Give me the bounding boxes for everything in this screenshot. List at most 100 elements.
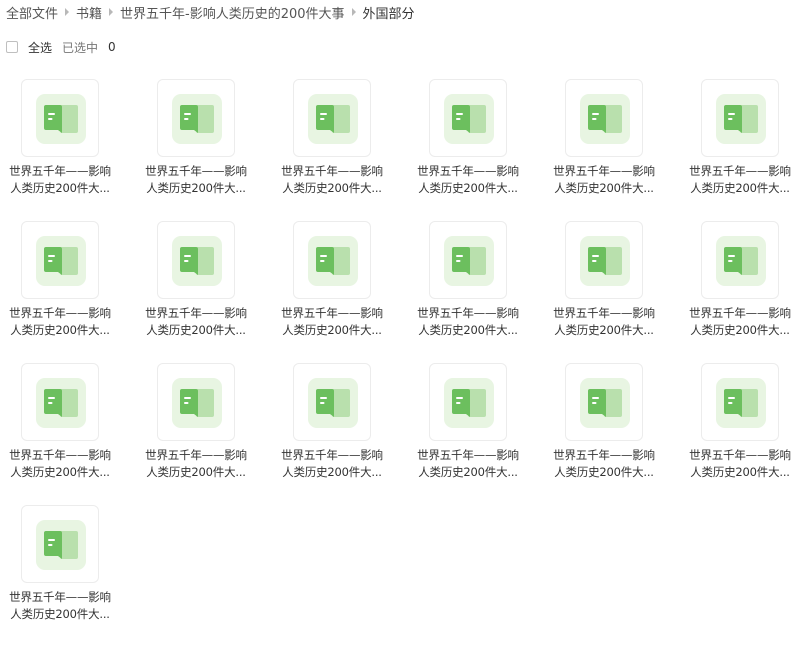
selection-bar: 全选 已选中 0	[6, 39, 116, 55]
file-tile[interactable]: 世界五千年——影响 人类历史200件大...	[140, 363, 276, 505]
book-icon	[588, 105, 622, 133]
file-name[interactable]: 世界五千年——影响 人类历史200件大...	[276, 305, 388, 339]
file-thumbnail[interactable]	[429, 79, 507, 157]
file-tile[interactable]: 世界五千年——影响 人类历史200件大...	[276, 79, 412, 221]
file-name[interactable]: 世界五千年——影响 人类历史200件大...	[684, 447, 796, 481]
file-icon-background	[172, 378, 222, 428]
file-thumbnail[interactable]	[429, 363, 507, 441]
file-tile[interactable]: 世界五千年——影响 人类历史200件大...	[4, 505, 140, 647]
file-name[interactable]: 世界五千年——影响 人类历史200件大...	[548, 163, 660, 197]
select-all-label[interactable]: 全选	[28, 39, 52, 56]
book-icon	[44, 389, 78, 417]
file-thumbnail[interactable]	[157, 221, 235, 299]
file-tile[interactable]: 世界五千年——影响 人类历史200件大...	[548, 221, 684, 363]
file-name-line-1: 世界五千年——影响	[145, 306, 247, 320]
select-all-checkbox[interactable]	[6, 41, 18, 53]
file-name-line-2: 人类历史200件大...	[282, 465, 382, 479]
file-name-line-1: 世界五千年——影响	[417, 306, 519, 320]
file-thumbnail[interactable]	[157, 79, 235, 157]
file-name[interactable]: 世界五千年——影响 人类历史200件大...	[140, 163, 252, 197]
file-tile[interactable]: 世界五千年——影响 人类历史200件大...	[4, 363, 140, 505]
file-tile[interactable]: 世界五千年——影响 人类历史200件大...	[412, 363, 548, 505]
file-tile[interactable]: 世界五千年——影响 人类历史200件大...	[548, 79, 684, 221]
file-name-line-1: 世界五千年——影响	[553, 448, 655, 462]
file-tile[interactable]: 世界五千年——影响 人类历史200件大...	[4, 221, 140, 363]
file-name[interactable]: 世界五千年——影响 人类历史200件大...	[4, 163, 116, 197]
file-name[interactable]: 世界五千年——影响 人类历史200件大...	[548, 447, 660, 481]
file-name[interactable]: 世界五千年——影响 人类历史200件大...	[140, 305, 252, 339]
file-name[interactable]: 世界五千年——影响 人类历史200件大...	[684, 305, 796, 339]
file-thumbnail[interactable]	[701, 363, 779, 441]
file-name[interactable]: 世界五千年——影响 人类历史200件大...	[548, 305, 660, 339]
file-thumbnail[interactable]	[157, 363, 235, 441]
file-icon-background	[580, 378, 630, 428]
file-tile[interactable]: 世界五千年——影响 人类历史200件大...	[684, 221, 801, 363]
file-name-line-2: 人类历史200件大...	[10, 607, 110, 621]
file-tile[interactable]: 世界五千年——影响 人类历史200件大...	[684, 363, 801, 505]
book-icon	[44, 105, 78, 133]
file-icon-background	[444, 378, 494, 428]
file-tile[interactable]: 世界五千年——影响 人类历史200件大...	[140, 221, 276, 363]
file-name[interactable]: 世界五千年——影响 人类历史200件大...	[412, 447, 524, 481]
file-name-line-1: 世界五千年——影响	[553, 164, 655, 178]
book-icon	[588, 247, 622, 275]
file-icon-background	[716, 94, 766, 144]
file-name-line-1: 世界五千年——影响	[417, 164, 519, 178]
file-thumbnail[interactable]	[429, 221, 507, 299]
file-name[interactable]: 世界五千年——影响 人类历史200件大...	[412, 305, 524, 339]
file-name-line-2: 人类历史200件大...	[554, 465, 654, 479]
file-grid: 世界五千年——影响 人类历史200件大... 世界五千年——影响 人类历史200件大.…	[4, 79, 801, 647]
file-thumbnail[interactable]	[565, 363, 643, 441]
file-thumbnail[interactable]	[21, 79, 99, 157]
file-name[interactable]: 世界五千年——影响 人类历史200件大...	[4, 305, 116, 339]
file-name-line-2: 人类历史200件大...	[690, 181, 790, 195]
file-thumbnail[interactable]	[293, 79, 371, 157]
file-tile[interactable]: 世界五千年——影响 人类历史200件大...	[140, 79, 276, 221]
file-icon-background	[444, 94, 494, 144]
book-icon	[724, 247, 758, 275]
file-thumbnail[interactable]	[21, 221, 99, 299]
file-name-line-1: 世界五千年——影响	[281, 164, 383, 178]
file-thumbnail[interactable]	[293, 221, 371, 299]
file-tile[interactable]: 世界五千年——影响 人类历史200件大...	[276, 363, 412, 505]
file-name[interactable]: 世界五千年——影响 人类历史200件大...	[276, 447, 388, 481]
book-icon	[588, 389, 622, 417]
file-tile[interactable]: 世界五千年——影响 人类历史200件大...	[684, 79, 801, 221]
file-tile[interactable]: 世界五千年——影响 人类历史200件大...	[276, 221, 412, 363]
selected-count: 0	[108, 40, 116, 54]
file-thumbnail[interactable]	[565, 221, 643, 299]
file-thumbnail[interactable]	[701, 79, 779, 157]
breadcrumb: 全部文件 书籍 世界五千年-影响人类历史的200件大事 外国部分	[6, 3, 415, 22]
selected-label: 已选中	[62, 40, 99, 55]
file-name[interactable]: 世界五千年——影响 人类历史200件大...	[684, 163, 796, 197]
book-icon	[452, 247, 486, 275]
file-thumbnail[interactable]	[21, 363, 99, 441]
file-name[interactable]: 世界五千年——影响 人类历史200件大...	[4, 447, 116, 481]
book-icon	[724, 105, 758, 133]
breadcrumb-link[interactable]: 世界五千年-影响人类历史的200件大事	[120, 3, 345, 22]
file-icon-background	[308, 236, 358, 286]
file-thumbnail[interactable]	[565, 79, 643, 157]
file-thumbnail[interactable]	[293, 363, 371, 441]
breadcrumb-link[interactable]: 书籍	[76, 3, 102, 22]
breadcrumb-current: 外国部分	[362, 6, 415, 22]
file-icon-background	[36, 94, 86, 144]
file-name[interactable]: 世界五千年——影响 人类历史200件大...	[276, 163, 388, 197]
file-tile[interactable]: 世界五千年——影响 人类历史200件大...	[412, 79, 548, 221]
file-icon-background	[36, 378, 86, 428]
file-tile[interactable]: 世界五千年——影响 人类历史200件大...	[4, 79, 140, 221]
file-thumbnail[interactable]	[701, 221, 779, 299]
file-name[interactable]: 世界五千年——影响 人类历史200件大...	[412, 163, 524, 197]
breadcrumb-link[interactable]: 全部文件	[6, 3, 58, 22]
file-name-line-2: 人类历史200件大...	[146, 323, 246, 337]
file-name-line-1: 世界五千年——影响	[9, 448, 111, 462]
file-tile[interactable]: 世界五千年——影响 人类历史200件大...	[548, 363, 684, 505]
file-name[interactable]: 世界五千年——影响 人类历史200件大...	[140, 447, 252, 481]
file-name-line-1: 世界五千年——影响	[9, 164, 111, 178]
file-name-line-2: 人类历史200件大...	[554, 181, 654, 195]
file-name[interactable]: 世界五千年——影响 人类历史200件大...	[4, 589, 116, 623]
book-icon	[180, 247, 214, 275]
book-icon	[44, 531, 78, 559]
file-thumbnail[interactable]	[21, 505, 99, 583]
file-tile[interactable]: 世界五千年——影响 人类历史200件大...	[412, 221, 548, 363]
